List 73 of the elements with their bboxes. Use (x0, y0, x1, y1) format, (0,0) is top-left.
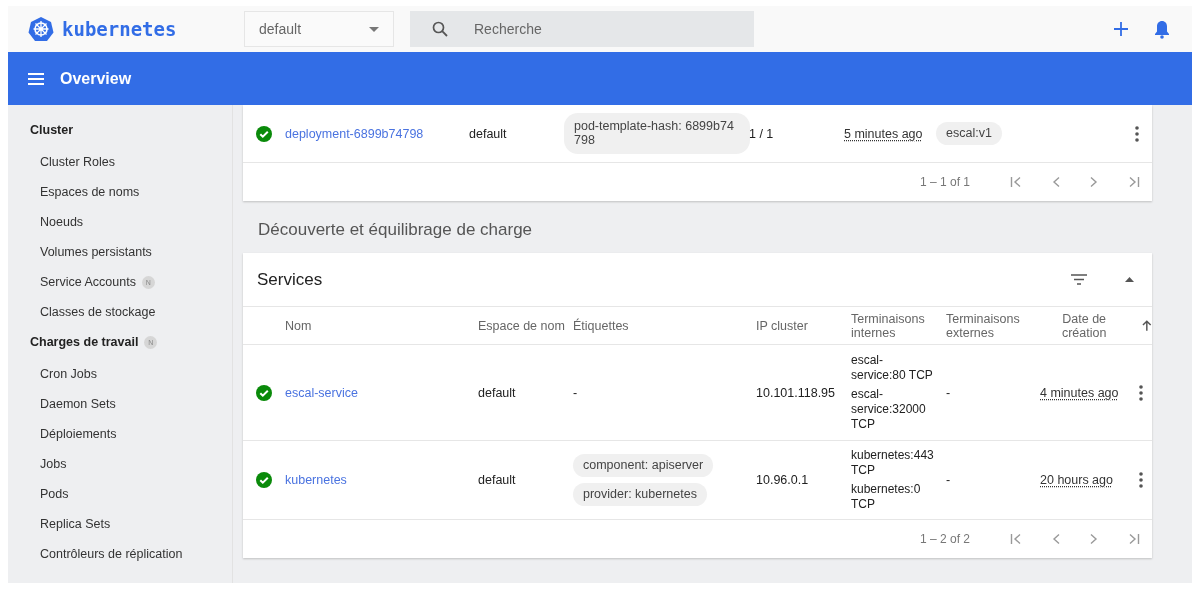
age-text: 20 hours ago (1040, 473, 1114, 487)
menu-icon[interactable] (28, 72, 44, 85)
endpoint-text: escal-service:80 TCP (851, 353, 934, 383)
search-icon (432, 21, 448, 37)
caret-up-icon[interactable] (1125, 277, 1134, 282)
column-header[interactable]: Terminaisons externes (946, 311, 1040, 340)
endpoint-text: kubernetes:0 TCP (851, 482, 922, 512)
external-endpoints-text: - (946, 385, 952, 400)
add-icon[interactable] (1114, 22, 1128, 36)
endpoint-text: kubernetes:443 TCP (851, 448, 935, 478)
sidebar-item[interactable]: Volumes persistants (40, 245, 152, 259)
service-link[interactable]: escal-service (285, 385, 478, 400)
notification-bell-icon[interactable] (1154, 19, 1170, 39)
pagination-range: 1 – 1 of 1 (919, 175, 970, 189)
label-chip: provider: kubernetes (573, 483, 707, 507)
sidebar-item[interactable]: Déploiements (40, 427, 117, 441)
section-heading: Découverte et équilibrage de charge (257, 219, 534, 240)
deployment-link[interactable]: deployment-6899b74798 (285, 126, 469, 141)
namespace-text: default (478, 473, 517, 487)
service-link[interactable]: kubernetes (285, 473, 478, 487)
age-text: 5 minutes ago (844, 126, 924, 141)
dropdown-caret-icon (369, 26, 379, 32)
endpoint-text: escal-service:32000 TCP (851, 387, 927, 432)
namespace-select[interactable]: default (244, 11, 394, 47)
sidebar-section-title[interactable]: Cluster (30, 123, 74, 137)
sidebar-item[interactable]: Jobs (40, 457, 67, 471)
sort-ascending-icon[interactable] (1142, 320, 1152, 331)
namespace-text: default (469, 126, 508, 141)
sidebar-item[interactable]: Pods (40, 487, 69, 501)
more-options-icon[interactable] (1135, 125, 1139, 142)
label-chip: component: apiserver (573, 453, 714, 477)
age-text: 4 minutes ago (1040, 385, 1120, 400)
sidebar-item[interactable]: Contrôleurs de réplication (40, 547, 183, 561)
sidebar-item[interactable]: Classes de stockage (40, 305, 156, 319)
more-options-icon[interactable] (1139, 472, 1143, 488)
column-header[interactable]: Nom (285, 318, 312, 333)
filter-icon[interactable] (1071, 274, 1087, 285)
first-page-icon[interactable] (1010, 533, 1022, 545)
sidebar-item[interactable]: Cluster Roles (40, 155, 116, 169)
previous-page-icon[interactable] (1052, 533, 1060, 545)
column-header[interactable]: Date de création (1040, 311, 1129, 340)
cluster-ip-text: 10.101.118.95 (756, 385, 836, 400)
next-page-icon[interactable] (1090, 176, 1098, 188)
card-title: Services (257, 269, 324, 290)
first-page-icon[interactable] (1010, 176, 1022, 188)
sidebar-item[interactable]: Espaces de noms (40, 185, 140, 199)
sidebar-item[interactable]: Service Accounts (40, 275, 136, 289)
column-header[interactable]: IP cluster (756, 318, 808, 333)
search-field[interactable]: Recherche (410, 11, 754, 47)
image-chip: escal:v1 (936, 121, 1002, 146)
sidebar-item[interactable]: Cron Jobs (40, 367, 97, 381)
column-header[interactable]: Terminaisons internes (851, 311, 946, 340)
logo-text: kubernetes (62, 18, 177, 40)
sidebar-item[interactable]: Replica Sets (40, 517, 111, 531)
previous-page-icon[interactable] (1052, 176, 1060, 188)
column-header[interactable]: Étiquettes (573, 318, 629, 333)
pods-count: 1 / 1 (749, 126, 775, 141)
cluster-ip-text: 10.96.0.1 (756, 473, 810, 487)
more-options-icon[interactable] (1139, 384, 1143, 401)
sidebar-item[interactable]: Daemon Sets (40, 397, 116, 411)
external-endpoints-text: - (946, 473, 952, 487)
namespace-text: default (478, 385, 517, 400)
next-page-icon[interactable] (1090, 533, 1098, 545)
pagination-range: 1 – 2 of 2 (919, 532, 970, 546)
last-page-icon[interactable] (1128, 533, 1140, 545)
label-chip: pod-template-hash: 6899b74798 (564, 113, 750, 154)
sidebar-section-title[interactable]: Charges de travail (30, 335, 139, 349)
helm-wheel-logo-icon (28, 16, 54, 42)
labels-empty-text: - (573, 385, 578, 400)
column-header[interactable]: Espace de nom (478, 318, 565, 333)
last-page-icon[interactable] (1128, 176, 1140, 188)
sidebar-item[interactable]: Noeuds (40, 215, 84, 229)
page-title: Overview (60, 69, 132, 88)
